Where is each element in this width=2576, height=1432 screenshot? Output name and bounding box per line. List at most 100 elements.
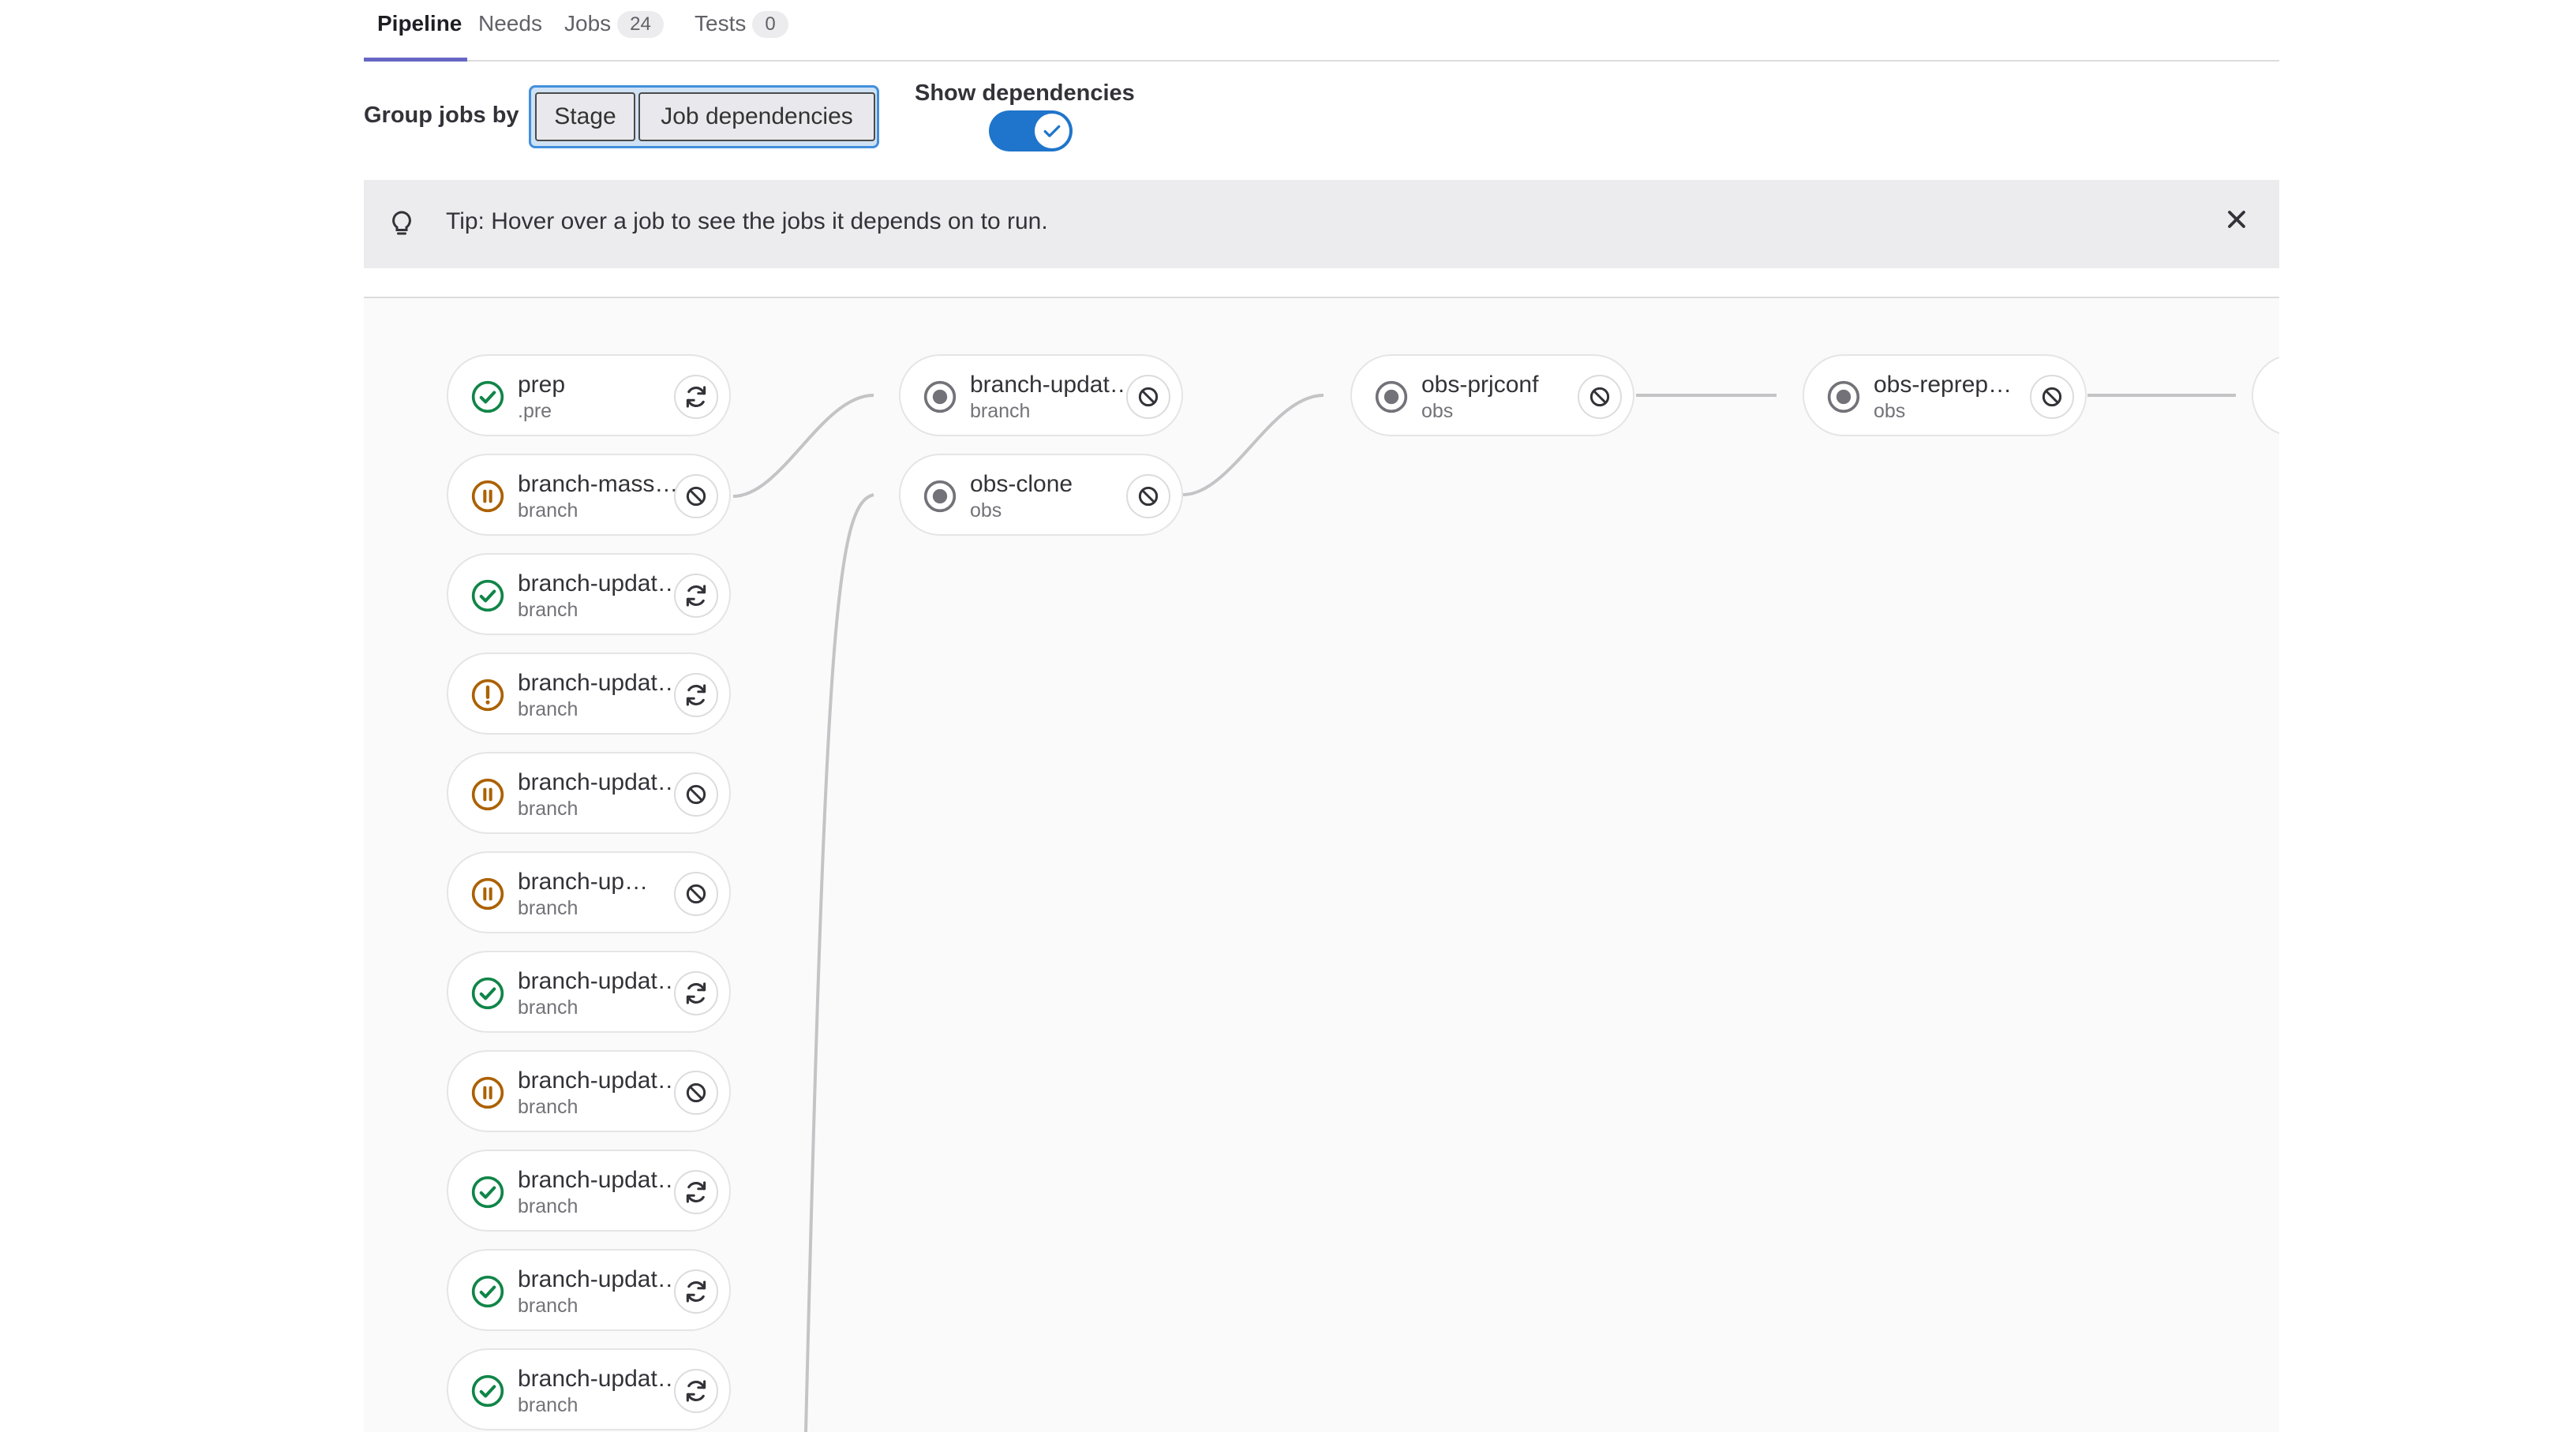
job-name: branch-up… xyxy=(518,869,649,895)
job-cancel-button[interactable] xyxy=(1126,474,1170,518)
pipeline-graph: prep .pre branch-mass… branch branch-updat… b… xyxy=(364,298,2279,1432)
job-cancel-button[interactable] xyxy=(1578,375,1622,419)
job-pill[interactable]: prep .pre xyxy=(447,354,731,436)
retry-icon xyxy=(686,585,706,607)
retry-icon xyxy=(686,684,706,706)
tab-pipeline[interactable]: Pipeline xyxy=(377,11,462,62)
job-stage: .pre xyxy=(518,400,552,422)
tests-count-badge: 0 xyxy=(752,11,788,38)
status-created-icon xyxy=(1827,380,1860,413)
job-stage: branch xyxy=(518,599,578,621)
job-pill[interactable]: obs-reprep… obs xyxy=(1803,354,2087,436)
retry-icon xyxy=(686,1380,706,1402)
job-cancel-button[interactable] xyxy=(674,772,718,817)
cancel-icon xyxy=(1589,387,1610,407)
show-dependencies-label: Show dependencies xyxy=(915,80,1135,106)
tab-tests[interactable]: Tests 0 xyxy=(695,11,788,62)
job-stage: branch xyxy=(970,400,1031,422)
job-cancel-button[interactable] xyxy=(674,474,718,518)
job-name: branch-updat… xyxy=(518,670,681,696)
retry-icon xyxy=(686,386,706,408)
status-success-icon xyxy=(471,380,504,413)
status-warning-icon xyxy=(471,679,504,712)
status-success-icon xyxy=(471,1176,504,1209)
tab-needs-label: Needs xyxy=(478,11,542,36)
job-stage: obs xyxy=(970,499,1002,522)
job-stage: branch xyxy=(518,499,578,522)
cancel-icon xyxy=(2042,387,2062,407)
job-pill[interactable]: branch-updat… branch xyxy=(447,951,731,1033)
tab-pipeline-label: Pipeline xyxy=(377,11,462,36)
job-pill[interactable]: obs-prjconf obs xyxy=(1350,354,1634,436)
job-stage: branch xyxy=(518,1096,578,1118)
status-success-icon xyxy=(471,977,504,1010)
job-pill[interactable]: branch-mass… branch xyxy=(447,454,731,536)
show-dependencies-toggle[interactable] xyxy=(989,110,1073,151)
job-retry-button[interactable] xyxy=(674,1269,718,1314)
job-retry-button[interactable] xyxy=(674,574,718,618)
jobs-count-badge: 24 xyxy=(617,11,664,38)
job-retry-button[interactable] xyxy=(674,673,718,717)
cancel-icon xyxy=(686,884,706,904)
retry-icon xyxy=(686,1281,706,1303)
job-stage: branch xyxy=(518,698,578,720)
tab-jobs[interactable]: Jobs 24 xyxy=(564,11,664,62)
job-pill[interactable]: branch-updat… branch xyxy=(899,354,1183,436)
job-name: obs-clone xyxy=(970,471,1073,497)
job-name: prep xyxy=(518,372,566,398)
cancel-icon xyxy=(686,784,706,805)
job-pill[interactable]: branch-updat… branch xyxy=(447,553,731,635)
job-stage: branch xyxy=(518,1295,578,1317)
job-cancel-button[interactable] xyxy=(674,872,718,916)
job-name: branch-updat… xyxy=(518,1167,681,1193)
job-pill[interactable]: branch-updat… branch xyxy=(447,1348,731,1430)
tab-jobs-label: Jobs xyxy=(564,11,612,36)
job-pill[interactable]: branch-updat… branch xyxy=(447,752,731,834)
job-cancel-button[interactable] xyxy=(1126,375,1170,419)
job-cancel-button[interactable] xyxy=(2030,375,2074,419)
retry-icon xyxy=(686,1181,706,1203)
tab-tests-label: Tests xyxy=(695,11,747,36)
job-pill[interactable]: branch-updat… branch xyxy=(447,1249,731,1331)
job-name: branch-updat… xyxy=(518,769,681,795)
job-pill[interactable]: branch-updat… branch xyxy=(447,1050,731,1132)
job-name: branch-updat… xyxy=(518,968,681,994)
pipeline-tabs: Pipeline Needs Jobs 24 Tests 0 xyxy=(364,0,2279,62)
job-pill[interactable]: branch-updat… branch xyxy=(447,1150,731,1232)
job-stage: branch xyxy=(518,897,578,919)
job-retry-button[interactable] xyxy=(674,1170,718,1214)
status-manual-icon xyxy=(471,1076,504,1109)
group-by-stage-button[interactable]: Stage xyxy=(535,92,635,141)
status-created-icon xyxy=(923,480,957,513)
job-stage: branch xyxy=(518,798,578,820)
group-jobs-label: Group jobs by xyxy=(364,103,519,128)
active-tab-indicator xyxy=(364,58,467,62)
group-jobs-toggle: Stage Job dependencies xyxy=(529,85,879,148)
job-name: obs-prjconf xyxy=(1421,372,1539,398)
job-pill[interactable]: branch-up… branch xyxy=(447,851,731,933)
job-cancel-button[interactable] xyxy=(674,1071,718,1115)
job-retry-button[interactable] xyxy=(674,375,718,419)
status-manual-icon xyxy=(471,877,504,910)
job-pill[interactable]: obs-clone obs xyxy=(899,454,1183,536)
job-retry-button[interactable] xyxy=(674,1369,718,1413)
retry-icon xyxy=(686,982,706,1004)
group-by-dependencies-button[interactable]: Job dependencies xyxy=(638,92,875,141)
status-manual-icon xyxy=(471,480,504,513)
cancel-icon xyxy=(1138,486,1159,507)
cancel-icon xyxy=(686,1082,706,1103)
job-stage: obs xyxy=(1421,400,1454,422)
job-stage: branch xyxy=(518,996,578,1019)
job-name: branch-mass… xyxy=(518,471,679,497)
job-name: branch-updat… xyxy=(518,1366,681,1392)
cancel-icon xyxy=(1138,387,1159,407)
job-pill[interactable]: branch-updat… branch xyxy=(447,652,731,735)
status-manual-icon xyxy=(471,778,504,811)
status-success-icon xyxy=(471,1374,504,1408)
tip-alert: Tip: Hover over a job to see the jobs it… xyxy=(364,180,2279,268)
check-icon xyxy=(1043,125,1061,137)
job-stage: branch xyxy=(518,1195,578,1217)
tab-needs[interactable]: Needs xyxy=(478,11,542,62)
close-icon[interactable] xyxy=(2222,205,2251,234)
job-retry-button[interactable] xyxy=(674,971,718,1015)
